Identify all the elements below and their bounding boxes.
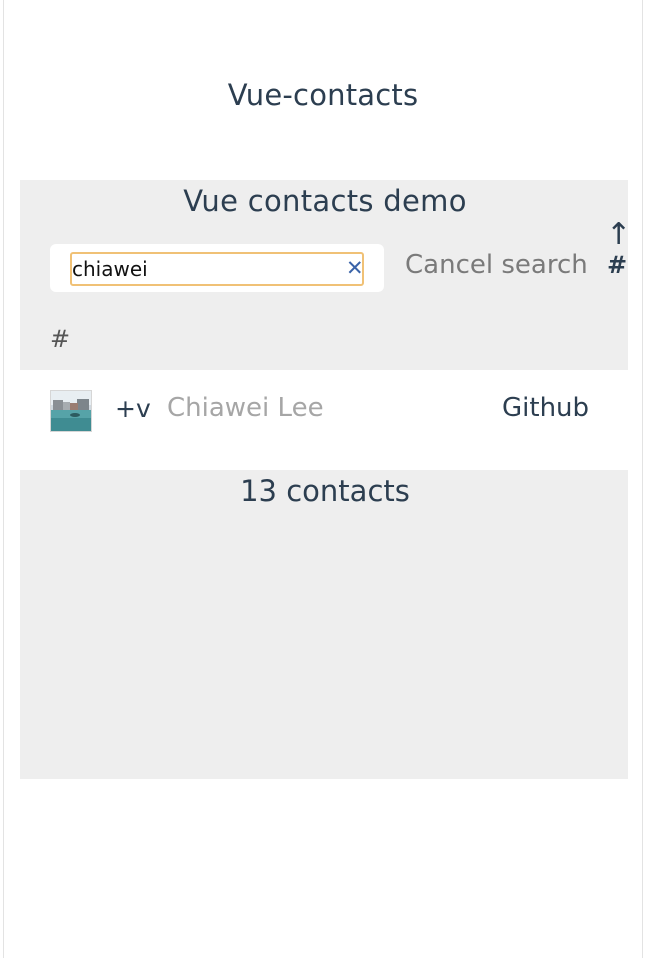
section-letter: # <box>50 325 71 353</box>
app-title: Vue-contacts <box>227 78 419 112</box>
contact-count: 13 contacts <box>240 474 410 508</box>
search-box: ✕ <box>50 244 384 292</box>
contacts-header-panel: Vue contacts demo ✕ Cancel search ↑ # # <box>20 180 632 370</box>
search-input[interactable] <box>70 252 364 286</box>
sort-label: # <box>606 251 628 279</box>
cancel-search-button[interactable]: Cancel search <box>405 250 588 280</box>
contact-prefix: +v <box>115 394 151 423</box>
list-item[interactable]: +v Chiawei Lee Github <box>20 370 628 450</box>
close-icon[interactable]: ✕ <box>346 258 366 279</box>
demo-title: Vue contacts demo <box>183 184 467 218</box>
avatar <box>50 390 92 432</box>
contacts-footer-panel: 13 contacts <box>20 470 628 779</box>
avatar-image <box>51 391 91 431</box>
sort-button[interactable]: ↑ # <box>606 217 632 279</box>
github-link[interactable]: Github <box>502 393 589 423</box>
contact-name: Chiawei Lee <box>167 393 324 423</box>
arrow-up-icon: ↑ <box>606 217 632 252</box>
